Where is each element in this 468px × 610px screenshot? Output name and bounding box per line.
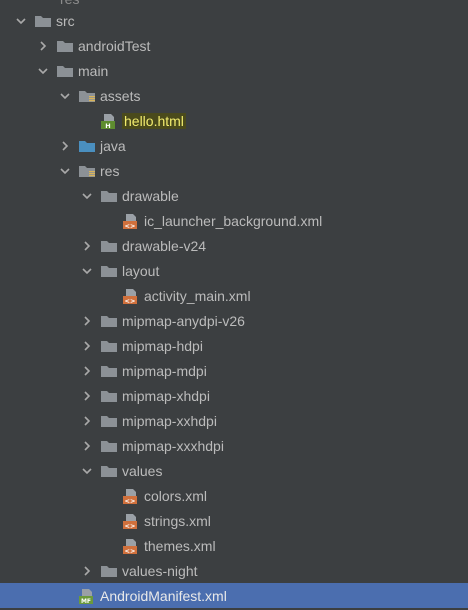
tree-row[interactable]: mipmap-xxhdpi — [0, 408, 468, 433]
tree-item-label: mipmap-anydpi-v26 — [122, 312, 245, 329]
tree-row[interactable]: mipmap-xxxhdpi — [0, 433, 468, 458]
tree-row[interactable]: assets — [0, 83, 468, 108]
tree-item-label: colors.xml — [144, 487, 208, 504]
chevron-right-icon[interactable] — [80, 364, 94, 378]
tree-row[interactable]: mipmap-hdpi — [0, 333, 468, 358]
tree-item-label: AndroidManifest.xml — [100, 587, 227, 604]
chevron-down-icon[interactable] — [36, 64, 50, 78]
tree-item-label: hello.html — [122, 112, 186, 129]
folder-icon — [100, 263, 118, 279]
tree-item-label: res — [100, 162, 120, 179]
tree-item-label: activity_main.xml — [144, 287, 251, 304]
tree-row[interactable]: MF AndroidManifest.xml — [0, 583, 468, 608]
chevron-down-icon[interactable] — [58, 89, 72, 103]
folder-icon — [100, 188, 118, 204]
tree-row[interactable]: res — [0, 158, 468, 183]
chevron-right-icon[interactable] — [36, 39, 50, 53]
svg-text:<>: <> — [125, 497, 136, 504]
folder-icon — [100, 463, 118, 479]
tree-row[interactable]: mipmap-mdpi — [0, 358, 468, 383]
folder-icon — [78, 163, 96, 179]
tree-row[interactable]: mipmap-anydpi-v26 — [0, 308, 468, 333]
tree-row[interactable]: <> activity_main.xml — [0, 283, 468, 308]
tree-item-label: mipmap-xxxhdpi — [122, 437, 224, 454]
project-tree: res srcandroidTest main assets Hhello.html j… — [0, 0, 468, 610]
tree-item-label: drawable-v24 — [122, 237, 207, 254]
chevron-right-icon[interactable] — [80, 414, 94, 428]
chevron-right-icon[interactable] — [58, 139, 72, 153]
chevron-down-icon[interactable] — [80, 464, 94, 478]
cut-off-folder-label: res — [60, 0, 79, 7]
tree-item-label: mipmap-xhdpi — [122, 387, 210, 404]
xml-file-icon: <> — [122, 513, 140, 529]
svg-text:<>: <> — [125, 222, 136, 229]
tree-item-label: mipmap-mdpi — [122, 362, 207, 379]
svg-text:<>: <> — [125, 522, 136, 529]
folder-icon — [56, 63, 74, 79]
tree-row[interactable]: <> ic_launcher_background.xml — [0, 208, 468, 233]
tree-row[interactable]: androidTest — [0, 33, 468, 58]
folder-icon — [34, 13, 52, 29]
tree-row[interactable]: java — [0, 133, 468, 158]
tree-row[interactable]: drawable-v24 — [0, 233, 468, 258]
tree-item-label: src — [56, 12, 75, 29]
tree-item-label: assets — [100, 87, 141, 104]
chevron-right-icon[interactable] — [80, 239, 94, 253]
chevron-down-icon[interactable] — [14, 14, 28, 28]
folder-icon — [100, 563, 118, 579]
xml-file-icon: <> — [122, 213, 140, 229]
svg-text:<>: <> — [125, 297, 136, 304]
folder-icon — [78, 138, 96, 154]
folder-icon — [100, 238, 118, 254]
tree-item-label: ic_launcher_background.xml — [144, 212, 323, 229]
tree-row[interactable]: main — [0, 58, 468, 83]
folder-icon — [78, 88, 96, 104]
chevron-down-icon[interactable] — [58, 164, 72, 178]
folder-icon — [100, 338, 118, 354]
chevron-down-icon[interactable] — [80, 264, 94, 278]
tree-item-label: mipmap-hdpi — [122, 337, 203, 354]
html-file-icon: H — [100, 113, 118, 129]
manifest-file-icon: MF — [78, 588, 96, 604]
folder-icon — [100, 313, 118, 329]
tree-row[interactable]: drawable — [0, 183, 468, 208]
tree-row[interactable]: src — [0, 8, 468, 33]
chevron-right-icon[interactable] — [80, 439, 94, 453]
chevron-right-icon[interactable] — [80, 564, 94, 578]
svg-text:H: H — [105, 122, 110, 129]
folder-icon — [100, 388, 118, 404]
tree-row[interactable]: values — [0, 458, 468, 483]
svg-text:<>: <> — [125, 547, 136, 554]
chevron-down-icon[interactable] — [80, 189, 94, 203]
tree-item-label: mipmap-xxhdpi — [122, 412, 217, 429]
tree-row[interactable]: layout — [0, 258, 468, 283]
chevron-right-icon[interactable] — [80, 314, 94, 328]
xml-file-icon: <> — [122, 288, 140, 304]
tree-row[interactable]: <> colors.xml — [0, 483, 468, 508]
tree-item-label: values-night — [122, 562, 198, 579]
tree-item-label: themes.xml — [144, 537, 216, 554]
xml-file-icon: <> — [122, 538, 140, 554]
folder-icon — [100, 438, 118, 454]
chevron-right-icon[interactable] — [80, 339, 94, 353]
tree-item-label: main — [78, 62, 109, 79]
tree-item-label: java — [100, 137, 126, 154]
tree-row[interactable]: <> strings.xml — [0, 508, 468, 533]
tree-item-label: values — [122, 462, 163, 479]
svg-text:MF: MF — [81, 598, 91, 604]
tree-row[interactable]: values-night — [0, 558, 468, 583]
tree-item-label: androidTest — [78, 37, 151, 54]
tree-item-label: drawable — [122, 187, 179, 204]
tree-row[interactable]: Hhello.html — [0, 108, 468, 133]
tree-item-label: strings.xml — [144, 512, 211, 529]
folder-icon — [56, 38, 74, 54]
tree-item-label: layout — [122, 262, 160, 279]
folder-icon — [100, 413, 118, 429]
tree-row[interactable]: <> themes.xml — [0, 533, 468, 558]
tree-row[interactable]: mipmap-xhdpi — [0, 383, 468, 408]
xml-file-icon: <> — [122, 488, 140, 504]
folder-icon — [100, 363, 118, 379]
chevron-right-icon[interactable] — [80, 389, 94, 403]
